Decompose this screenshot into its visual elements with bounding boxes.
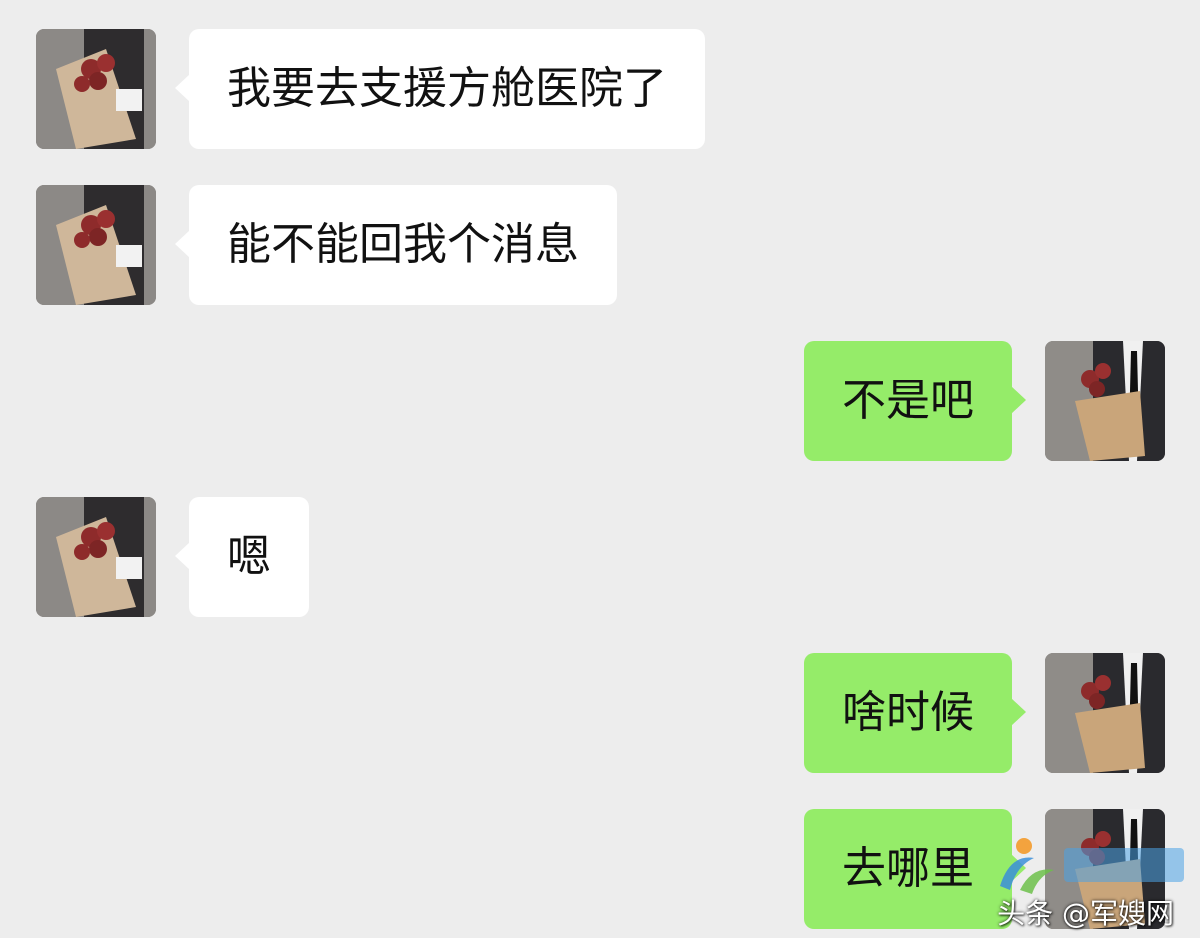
bubble-tail [175, 542, 190, 570]
bubble-tail [175, 74, 190, 102]
message-row: 啥时候 [0, 653, 1200, 775]
avatar-suit-bouquet-icon [1045, 653, 1165, 773]
bubble-tail [1011, 698, 1026, 726]
watermark: 头条 @军嫂网 [980, 836, 1192, 932]
message-bubble[interactable]: 能不能回我个消息 [189, 185, 617, 305]
message-row: 不是吧 [0, 341, 1200, 463]
avatar-suit-bouquet-icon [1045, 341, 1165, 461]
message-row: 我要去支援方舱医院了 [0, 29, 1200, 151]
avatar-bouquet-icon [36, 185, 156, 305]
message-bubble[interactable]: 我要去支援方舱医院了 [189, 29, 705, 149]
message-bubble[interactable]: 啥时候 [804, 653, 1012, 773]
contact-avatar[interactable] [36, 29, 156, 149]
contact-avatar[interactable] [36, 185, 156, 305]
avatar-bouquet-icon [36, 29, 156, 149]
avatar-bouquet-icon [36, 497, 156, 617]
bubble-tail [175, 230, 190, 258]
bubble-tail [1011, 386, 1026, 414]
self-avatar[interactable] [1045, 653, 1165, 773]
message-bubble[interactable]: 嗯 [189, 497, 309, 617]
message-row: 能不能回我个消息 [0, 185, 1200, 307]
watermark-logo-icon [1000, 838, 1184, 894]
message-row: 嗯 [0, 497, 1200, 619]
self-avatar[interactable] [1045, 341, 1165, 461]
contact-avatar[interactable] [36, 497, 156, 617]
message-bubble[interactable]: 不是吧 [804, 341, 1012, 461]
watermark-text: 头条 @军嫂网 [997, 897, 1174, 930]
